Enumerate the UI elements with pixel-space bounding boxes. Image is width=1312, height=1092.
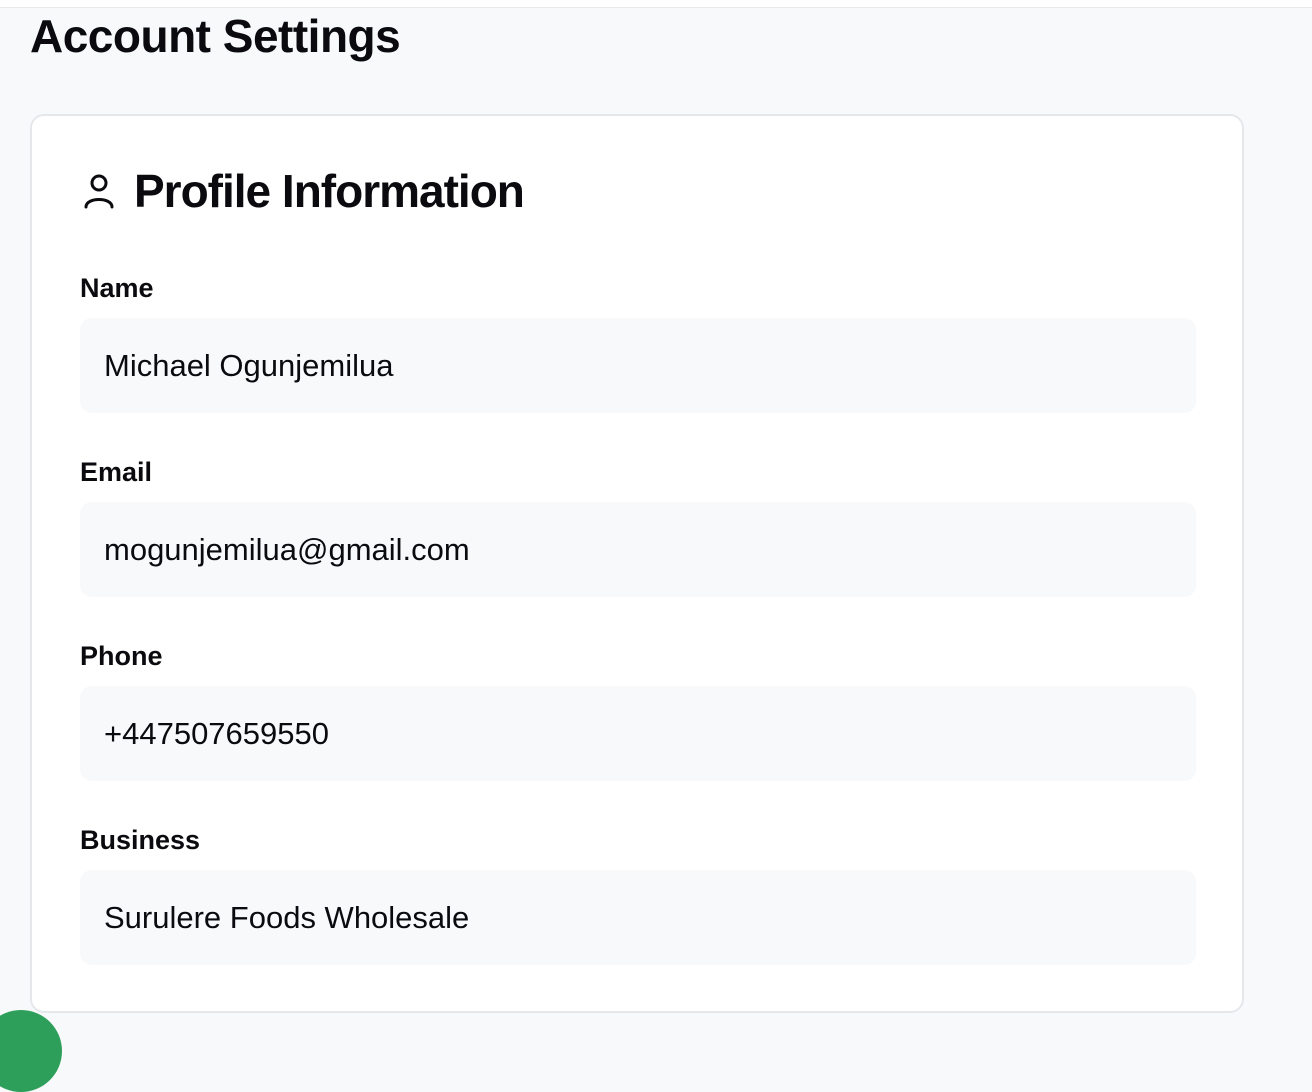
user-icon <box>80 172 118 210</box>
name-field-group: Name <box>80 272 1196 413</box>
page-title: Account Settings <box>30 10 401 62</box>
name-label: Name <box>80 273 154 303</box>
chat-launcher-button[interactable] <box>0 1010 62 1092</box>
phone-field-group: Phone <box>80 640 1196 781</box>
top-navigation-bar <box>0 0 1312 8</box>
card-header: Profile Information <box>80 160 525 222</box>
email-field-group: Email <box>80 456 1196 597</box>
business-input[interactable] <box>80 870 1196 965</box>
business-label: Business <box>80 825 201 855</box>
phone-label: Phone <box>80 641 163 671</box>
phone-input[interactable] <box>80 686 1196 781</box>
profile-information-card: Profile Information Name Email Phone Bus… <box>30 114 1244 1013</box>
business-field-group: Business <box>80 824 1196 965</box>
name-input[interactable] <box>80 318 1196 413</box>
email-label: Email <box>80 457 153 487</box>
email-input[interactable] <box>80 502 1196 597</box>
card-title: Profile Information <box>134 165 525 217</box>
